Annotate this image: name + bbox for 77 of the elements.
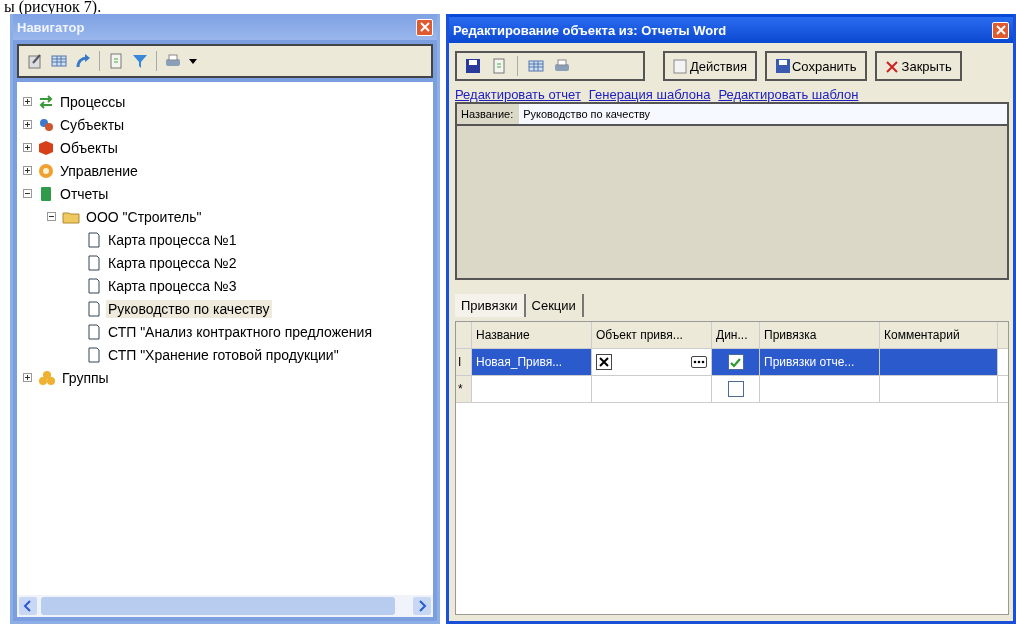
- document-icon: [86, 323, 102, 340]
- tree-item[interactable]: Группы: [60, 368, 111, 387]
- group-icon: [38, 369, 56, 386]
- horizontal-scrollbar[interactable]: [17, 595, 433, 617]
- row-indicator: I: [456, 349, 472, 375]
- expander-icon[interactable]: [23, 166, 34, 175]
- tree-item[interactable]: Отчеты: [58, 184, 111, 203]
- refresh-icon[interactable]: [75, 53, 91, 69]
- tree-item[interactable]: Карта процесса №1: [106, 230, 239, 249]
- actions-button[interactable]: Действия: [663, 51, 757, 81]
- close-icon: [884, 58, 901, 74]
- checkbox[interactable]: [727, 354, 744, 370]
- clear-icon[interactable]: [596, 354, 612, 370]
- document-icon: [86, 346, 102, 363]
- expander-icon[interactable]: [23, 120, 34, 129]
- document-icon: [86, 300, 102, 317]
- document-icon: [673, 58, 689, 74]
- link[interactable]: Редактировать шаблон: [718, 87, 859, 102]
- tree-item[interactable]: ООО "Строитель": [84, 207, 204, 226]
- tab[interactable]: Секции: [525, 294, 584, 317]
- expander-icon[interactable]: [47, 212, 58, 221]
- tree-item[interactable]: Субъекты: [58, 115, 127, 134]
- tree-item[interactable]: Процессы: [58, 92, 128, 111]
- expander-icon[interactable]: [23, 373, 34, 382]
- expander-icon[interactable]: [23, 143, 34, 152]
- table-cell: Новая_Привя...: [472, 349, 592, 375]
- column-header[interactable]: Объект привя...: [592, 322, 712, 348]
- grid-row[interactable]: I Новая_Привя... Привязки отче...: [456, 349, 1008, 376]
- tab[interactable]: Привязки: [455, 294, 526, 317]
- scroll-thumb[interactable]: [41, 597, 395, 615]
- print-icon[interactable]: [165, 53, 181, 69]
- expander-icon[interactable]: [23, 189, 34, 198]
- column-header[interactable]: Дин...: [712, 322, 760, 348]
- link[interactable]: Генерация шаблона: [588, 87, 711, 102]
- tree-item[interactable]: Объекты: [58, 138, 120, 157]
- table-icon[interactable]: [51, 53, 67, 69]
- document-icon: [86, 277, 102, 294]
- edit-icon[interactable]: [27, 53, 43, 69]
- column-header[interactable]: Привязка: [760, 322, 880, 348]
- grid-row[interactable]: *: [456, 376, 1008, 403]
- print-icon[interactable]: [554, 58, 570, 74]
- document-icon: [86, 231, 102, 248]
- tree-item[interactable]: СТП "Хранение готовой продукции": [106, 345, 341, 364]
- cube-icon: [38, 139, 54, 156]
- caption-text: ы (рисунок 7).: [3, 0, 103, 14]
- checkbox[interactable]: [727, 381, 744, 397]
- table-cell: Привязки отче...: [760, 349, 880, 375]
- expander-icon[interactable]: [23, 97, 34, 106]
- column-header[interactable]: Комментарий: [880, 322, 998, 348]
- scroll-right-icon[interactable]: [413, 597, 431, 615]
- arrows-icon: [38, 93, 54, 110]
- link[interactable]: Редактировать отчет: [455, 87, 581, 102]
- close-icon[interactable]: [992, 21, 1009, 39]
- ellipsis-icon[interactable]: [691, 356, 707, 368]
- tree-item[interactable]: Карта процесса №2: [106, 253, 239, 272]
- tree-item[interactable]: Руководство по качеству: [106, 299, 272, 318]
- tree-item[interactable]: СТП "Анализ контрактного предложения: [106, 322, 374, 341]
- name-field[interactable]: Название: Руководство по качеству: [455, 102, 1009, 126]
- caret-icon[interactable]: [189, 58, 197, 64]
- row-indicator: *: [456, 376, 472, 402]
- field-label: Название:: [457, 104, 520, 124]
- save-icon[interactable]: [465, 58, 481, 74]
- people-icon: [38, 116, 54, 133]
- column-header[interactable]: Название: [472, 322, 592, 348]
- filter-icon[interactable]: [132, 53, 148, 69]
- book-icon: [38, 185, 54, 202]
- save-button[interactable]: Сохранить: [764, 51, 867, 81]
- document-icon: [86, 254, 102, 271]
- save-icon: [774, 58, 791, 74]
- tree-item[interactable]: Управление: [58, 161, 140, 180]
- table-icon[interactable]: [528, 58, 544, 74]
- panel-title: Навигатор: [17, 19, 85, 35]
- window-title: Редактирование объекта из: Отчеты Word: [453, 22, 727, 38]
- close-button[interactable]: Закрыть: [874, 51, 962, 81]
- wheel-icon: [38, 162, 54, 179]
- scroll-left-icon[interactable]: [19, 597, 37, 615]
- tree-item[interactable]: Карта процесса №3: [106, 276, 239, 295]
